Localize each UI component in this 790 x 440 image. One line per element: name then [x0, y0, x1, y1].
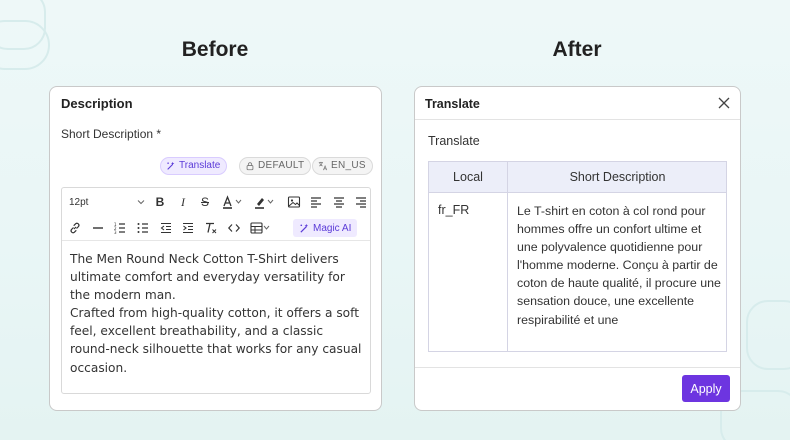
bold-button[interactable]: B: [152, 194, 168, 210]
lock-icon: [246, 162, 254, 171]
magic-ai-button[interactable]: Magic AI: [293, 219, 358, 237]
outdent-button[interactable]: [158, 220, 174, 236]
font-size-select[interactable]: 12pt: [67, 194, 147, 210]
language-chip[interactable]: EN_US: [312, 157, 373, 175]
editor-toolbar-row-1: 12pt B I S: [62, 189, 370, 215]
image-icon: [287, 196, 301, 208]
bullet-list-icon: [137, 223, 148, 233]
translate-chip[interactable]: Translate: [160, 157, 228, 175]
description-panel: Description Short Description * Translat…: [49, 86, 382, 411]
insert-image-button[interactable]: [286, 194, 302, 210]
column-header-local: Local: [453, 170, 483, 184]
default-chip-label: DEFAULT: [258, 160, 305, 171]
background-decoration: [746, 300, 790, 370]
strikethrough-button[interactable]: S: [197, 194, 213, 210]
indent-button[interactable]: [180, 220, 196, 236]
translate-chip-label: Translate: [179, 160, 221, 171]
horizontal-rule-icon: [93, 227, 103, 229]
dialog-title: Translate: [425, 97, 480, 111]
italic-button[interactable]: I: [175, 194, 191, 210]
link-icon: [70, 222, 80, 234]
indent-icon: [183, 222, 193, 234]
table-header: Local Short Description: [429, 162, 726, 193]
text-color-button[interactable]: [220, 194, 246, 210]
clear-formatting-button[interactable]: [203, 220, 219, 236]
align-left-icon: [311, 197, 321, 208]
numbered-list-icon: 123: [114, 222, 125, 235]
editor-toolbar-row-2: 123 Magic AI: [62, 215, 370, 241]
horizontal-rule-button[interactable]: [90, 220, 106, 236]
language-chip-label: EN_US: [331, 160, 366, 171]
before-heading: Before: [181, 38, 249, 61]
outdent-icon: [160, 222, 171, 234]
text-color-icon: [223, 195, 242, 209]
numbered-list-button[interactable]: 123: [112, 220, 128, 236]
align-center-icon: [334, 197, 344, 208]
translation-table: Local Short Description fr_FR Le T-shirt…: [428, 161, 727, 352]
translate-dialog: Translate Translate Local Short Descript…: [414, 86, 741, 411]
bullet-list-button[interactable]: [135, 220, 151, 236]
chevron-down-icon: [137, 200, 145, 205]
align-right-icon: [356, 197, 366, 208]
background-decoration: [0, 0, 46, 50]
column-divider: [507, 162, 508, 351]
align-left-button[interactable]: [308, 194, 324, 210]
editor-content[interactable]: The Men Round Neck Cotton T-Shirt delive…: [70, 250, 366, 377]
align-right-button[interactable]: [353, 194, 369, 210]
column-header-short-description: Short Description: [569, 170, 666, 184]
dialog-footer-divider: [415, 367, 740, 368]
magic-wand-icon: [300, 223, 309, 233]
background-decoration: [0, 20, 50, 70]
dialog-header: Translate: [415, 87, 740, 120]
editor-paragraph: The Men Round Neck Cotton T-Shirt delive…: [70, 252, 345, 303]
magic-wand-icon: [167, 161, 175, 170]
table-icon: [250, 222, 270, 234]
align-center-button[interactable]: [331, 194, 347, 210]
editor-paragraph: Crafted from high-quality cotton, it off…: [70, 306, 362, 375]
dialog-subtitle: Translate: [428, 134, 480, 148]
svg-text:3: 3: [114, 230, 117, 235]
highlight-color-button[interactable]: [252, 194, 278, 210]
table-cell-local: fr_FR: [438, 203, 470, 217]
code-icon: [227, 224, 241, 232]
close-icon[interactable]: [717, 96, 731, 110]
code-button[interactable]: [226, 220, 242, 236]
panel-title: Description: [61, 96, 133, 111]
short-description-label: Short Description *: [61, 127, 162, 141]
translate-icon: [318, 161, 328, 171]
table-cell-description[interactable]: Le T-shirt en coton à col rond pour homm…: [517, 202, 723, 347]
clear-format-icon: [206, 222, 217, 234]
table-button[interactable]: [248, 220, 274, 236]
rich-text-editor[interactable]: 12pt B I S 1 2 3 Magic AI The Men Round …: [61, 187, 371, 394]
font-size-value: 12pt: [69, 196, 89, 208]
highlighter-icon: [255, 198, 274, 209]
link-button[interactable]: [67, 220, 83, 236]
default-chip[interactable]: DEFAULT: [239, 157, 312, 175]
magic-ai-label: Magic AI: [313, 222, 352, 234]
apply-button[interactable]: Apply: [682, 375, 730, 402]
after-heading: After: [552, 38, 602, 61]
